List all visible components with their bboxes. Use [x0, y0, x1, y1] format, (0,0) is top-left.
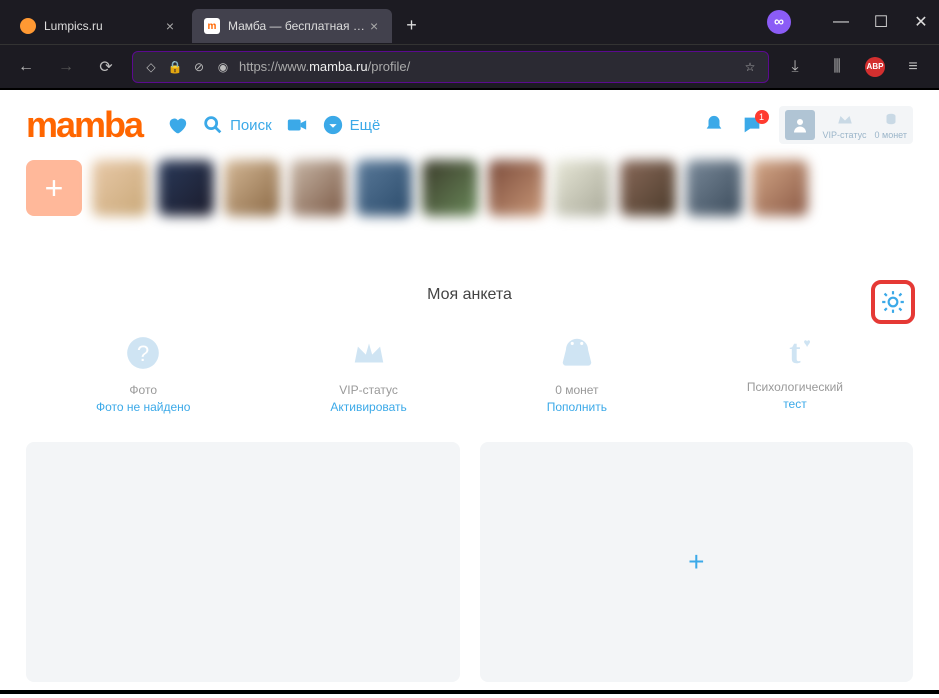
minimize-button[interactable]: — — [831, 13, 851, 31]
card-action[interactable]: Активировать — [330, 400, 406, 414]
vip-mini[interactable]: VIP-статус — [823, 110, 867, 140]
card-label: 0 монет — [555, 383, 598, 397]
abp-extension-icon[interactable]: ABP — [865, 57, 885, 77]
browser-tab[interactable]: Lumpics.ru × — [8, 9, 188, 43]
panel-left[interactable] — [26, 442, 460, 682]
address-bar[interactable]: ◇ 🔒 ⊘ ◉ https://www.mamba.ru/profile/ ☆ — [132, 51, 769, 83]
extension-icon: ◉ — [215, 60, 231, 74]
browser-navbar: ← → ⟳ ◇ 🔒 ⊘ ◉ https://www.mamba.ru/profi… — [0, 44, 939, 88]
user-thumb[interactable] — [554, 160, 610, 216]
add-photo-button[interactable]: + — [26, 160, 82, 216]
user-mini-panel[interactable]: VIP-статус 0 монет — [779, 106, 913, 144]
panel-right[interactable]: + — [480, 442, 914, 682]
menu-button[interactable]: ≡ — [899, 58, 927, 76]
browser-tab-active[interactable]: m Мамба — бесплатная сеть зна × — [192, 9, 392, 43]
plus-icon: + — [45, 170, 64, 207]
site-logo[interactable]: mamba — [26, 104, 142, 146]
new-tab-button[interactable]: + — [396, 11, 427, 40]
user-thumb[interactable] — [158, 160, 214, 216]
profile-cards: ? Фото Фото не найдено VIP-статус Активи… — [26, 334, 913, 414]
site-header: mamba Поиск Ещё 1 VIP-статус 0 монет — [26, 90, 913, 160]
library-button[interactable]: ⫼ — [823, 58, 851, 76]
card-label: Психологический — [747, 380, 843, 394]
bookmark-icon[interactable]: ☆ — [742, 60, 758, 74]
more-button[interactable]: Ещё — [322, 114, 381, 136]
favicon: m — [204, 18, 220, 34]
permissions-icon: ⊘ — [191, 60, 207, 74]
section-title: Моя анкета — [26, 286, 913, 304]
card-test: t Психологический тест — [747, 334, 843, 414]
page-title: Моя анкета — [427, 286, 512, 303]
close-window-button[interactable]: ✕ — [911, 12, 931, 32]
content-panels: + — [26, 442, 913, 682]
avatar-icon — [785, 110, 815, 140]
back-button[interactable]: ← — [12, 58, 40, 76]
card-action[interactable]: Фото не найдено — [96, 400, 191, 414]
tab-title: Lumpics.ru — [44, 19, 103, 33]
card-vip: VIP-статус Активировать — [330, 334, 406, 414]
user-thumb[interactable] — [620, 160, 676, 216]
tab-title: Мамба — бесплатная сеть зна — [228, 19, 368, 33]
forward-button[interactable]: → — [52, 58, 80, 76]
user-thumb[interactable] — [92, 160, 148, 216]
close-icon[interactable]: × — [164, 18, 176, 34]
search-button[interactable]: Поиск — [202, 114, 272, 136]
incognito-icon — [767, 10, 791, 34]
user-thumb[interactable] — [752, 160, 808, 216]
likes-button[interactable] — [166, 114, 188, 136]
notif-badge: 1 — [755, 110, 769, 124]
settings-button[interactable] — [871, 280, 915, 324]
lock-icon: 🔒 — [167, 60, 183, 74]
user-thumb[interactable] — [290, 160, 346, 216]
favicon — [20, 18, 36, 34]
notifications-button[interactable] — [703, 114, 725, 136]
svg-text:?: ? — [137, 341, 149, 366]
user-thumb[interactable] — [422, 160, 478, 216]
reload-button[interactable]: ⟳ — [92, 57, 120, 77]
plus-icon: + — [688, 546, 704, 578]
gear-icon — [880, 289, 906, 315]
user-thumb[interactable] — [224, 160, 280, 216]
browser-titlebar: Lumpics.ru × m Мамба — бесплатная сеть з… — [0, 0, 939, 44]
user-thumb[interactable] — [488, 160, 544, 216]
crown-icon — [350, 334, 388, 375]
purse-icon — [558, 334, 596, 375]
url-text: https://www.mamba.ru/profile/ — [239, 59, 410, 74]
close-icon[interactable]: × — [368, 18, 380, 34]
card-label: Фото — [129, 383, 157, 397]
maximize-button[interactable]: ☐ — [871, 12, 891, 32]
user-thumb[interactable] — [686, 160, 742, 216]
photo-strip: + — [26, 160, 913, 216]
downloads-button[interactable]: ⤓ — [781, 58, 809, 76]
card-photo: ? Фото Фото не найдено — [96, 334, 191, 414]
card-coins: 0 монет Пополнить — [547, 334, 607, 414]
page-viewport[interactable]: mamba Поиск Ещё 1 VIP-статус 0 монет + М… — [0, 88, 939, 694]
coins-mini[interactable]: 0 монет — [875, 110, 908, 140]
messages-button[interactable]: 1 — [741, 114, 763, 136]
shield-icon: ◇ — [143, 60, 159, 74]
test-icon: t — [789, 334, 800, 372]
video-button[interactable] — [286, 114, 308, 136]
user-thumb[interactable] — [356, 160, 412, 216]
card-action[interactable]: Пополнить — [547, 400, 607, 414]
photo-icon: ? — [124, 334, 162, 375]
card-label: VIP-статус — [339, 383, 398, 397]
card-action[interactable]: тест — [783, 397, 807, 411]
